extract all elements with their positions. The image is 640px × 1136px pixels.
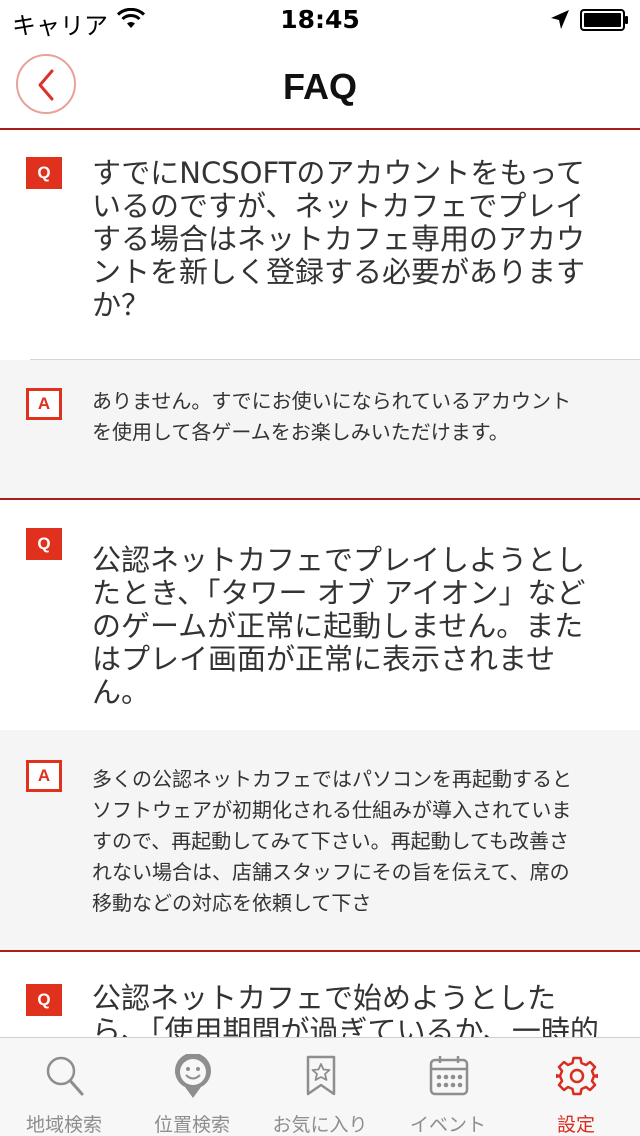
tab-bar: 地域検索 位置検索 お気に入り イベント 設定 bbox=[0, 1037, 640, 1136]
tab-settings[interactable]: 設定 bbox=[512, 1038, 640, 1136]
answer-text: 多くの公認ネットカフェではパソコンを再起動するとソフトウェアが初期化される仕組み… bbox=[92, 767, 572, 915]
faq-question: Q 公認ネットカフェでプレイしようとしたとき、「タワー オブ アイオン」などのゲ… bbox=[0, 500, 640, 730]
status-bar: キャリア 18:45 bbox=[0, 0, 640, 40]
answer-badge: A bbox=[26, 388, 62, 420]
status-time: 18:45 bbox=[280, 5, 360, 34]
faq-list[interactable]: Q すでにNCSOFTのアカウントをもっているのですが、ネットカフェでプレイする… bbox=[0, 131, 640, 1037]
faq-question: Q 公認ネットカフェで始めようとしたら、「使用期間が過ぎているか、一時的な接 bbox=[0, 952, 640, 1037]
tab-label: 地域検索 bbox=[25, 1114, 102, 1136]
question-badge: Q bbox=[26, 528, 62, 560]
bookmark-star-icon bbox=[306, 1055, 336, 1096]
gear-icon bbox=[556, 1056, 598, 1096]
tab-events[interactable]: イベント bbox=[384, 1038, 512, 1136]
tab-label: 設定 bbox=[556, 1114, 595, 1136]
battery-icon bbox=[580, 9, 628, 31]
question-badge: Q bbox=[26, 157, 62, 189]
faq-item: Q 公認ネットカフェでプレイしようとしたとき、「タワー オブ アイオン」などのゲ… bbox=[0, 500, 640, 952]
calendar-icon bbox=[429, 1056, 469, 1096]
faq-item: Q 公認ネットカフェで始めようとしたら、「使用期間が過ぎているか、一時的な接 bbox=[0, 952, 640, 1037]
faq-answer: A ありません。すでにお使いになられているアカウントを使用して各ゲームをお楽しみ… bbox=[0, 360, 640, 500]
location-arrow-icon bbox=[551, 10, 569, 29]
faq-answer: A 多くの公認ネットカフェではパソコンを再起動するとソフトウェアが初期化される仕… bbox=[0, 730, 640, 952]
page-title: FAQ bbox=[282, 66, 357, 107]
location-pin-icon bbox=[175, 1054, 211, 1098]
answer-text: ありません。すでにお使いになられているアカウントを使用して各ゲームをお楽しみいた… bbox=[92, 389, 571, 444]
navigation-bar: FAQ bbox=[0, 40, 640, 130]
answer-badge: A bbox=[26, 760, 62, 792]
faq-item: Q すでにNCSOFTのアカウントをもっているのですが、ネットカフェでプレイする… bbox=[0, 131, 640, 500]
question-badge: Q bbox=[26, 984, 62, 1016]
tab-location-search[interactable]: 位置検索 bbox=[128, 1038, 256, 1136]
tab-label: 位置検索 bbox=[153, 1114, 230, 1136]
question-text: すでにNCSOFTのアカウントをもっているのですが、ネットカフェでプレイする場合… bbox=[92, 156, 586, 322]
tab-label: お気に入り bbox=[272, 1114, 368, 1136]
faq-question: Q すでにNCSOFTのアカウントをもっているのですが、ネットカフェでプレイする… bbox=[0, 131, 640, 360]
question-text: 公認ネットカフェでプレイしようとしたとき、「タワー オブ アイオン」などのゲーム… bbox=[92, 543, 586, 709]
tab-label: イベント bbox=[409, 1114, 486, 1136]
magnifier-icon bbox=[46, 1056, 84, 1096]
tab-area-search[interactable]: 地域検索 bbox=[0, 1038, 128, 1136]
question-text: 公認ネットカフェで始めようとしたら、「使用期間が過ぎているか、一時的な接 bbox=[92, 981, 599, 1038]
tab-favorites[interactable]: お気に入り bbox=[256, 1038, 384, 1136]
